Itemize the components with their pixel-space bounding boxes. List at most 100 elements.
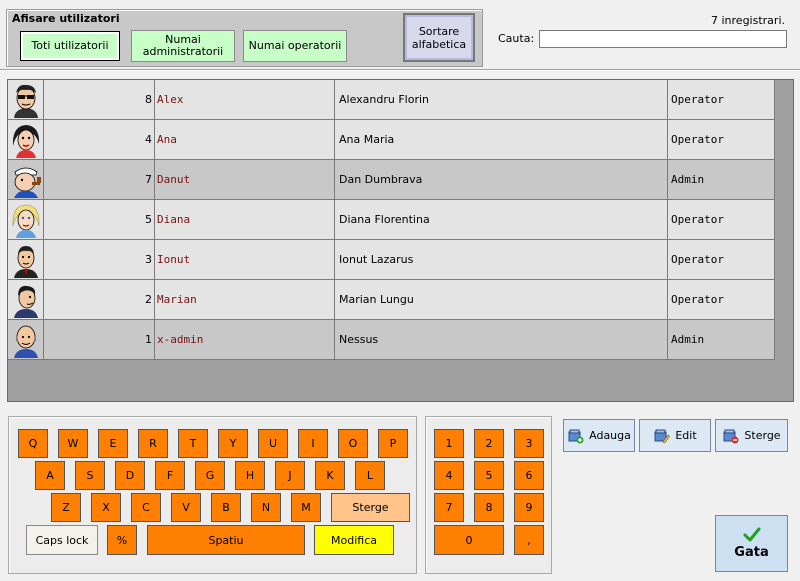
- role-cell: Admin: [668, 160, 775, 199]
- key-m[interactable]: M: [291, 493, 321, 522]
- user-id-cell: 2: [44, 280, 155, 319]
- full-name-cell: Alexandru Florin: [335, 80, 668, 119]
- separator: [0, 69, 800, 71]
- key-s[interactable]: S: [75, 461, 105, 490]
- table-row[interactable]: 1 x-admin Nessus Admin: [8, 320, 775, 360]
- num-key-3[interactable]: 3: [514, 429, 544, 458]
- table-row[interactable]: 3 Ionut Ionut Lazarus Operator: [8, 240, 775, 280]
- edit-user-button[interactable]: Edit: [639, 419, 711, 452]
- sailor-pipe-icon: [13, 167, 41, 198]
- key-percent[interactable]: %: [107, 525, 137, 555]
- user-filter-group: Afisare utilizatori Toti utilizatorii Nu…: [6, 9, 483, 67]
- username-cell: Diana: [155, 200, 335, 239]
- key-y[interactable]: Y: [218, 429, 248, 458]
- key-p[interactable]: P: [378, 429, 408, 458]
- all-users-button[interactable]: Toti utilizatorii: [20, 31, 120, 61]
- add-user-icon: [568, 429, 584, 444]
- done-button[interactable]: Gata: [715, 515, 788, 572]
- role-cell: Operator: [668, 240, 775, 279]
- table-row[interactable]: 5 Diana Diana Florentina Operator: [8, 200, 775, 240]
- key-j[interactable]: J: [275, 461, 305, 490]
- key-u[interactable]: U: [258, 429, 288, 458]
- key-b[interactable]: B: [211, 493, 241, 522]
- admins-only-button[interactable]: Numai administratorii: [131, 30, 235, 62]
- search-label: Cauta:: [498, 32, 535, 45]
- man-glasses-icon: [13, 84, 38, 118]
- key-d[interactable]: D: [115, 461, 145, 490]
- num-key-0[interactable]: 0: [434, 525, 504, 555]
- woman-blonde-icon: [12, 204, 39, 238]
- role-cell: Admin: [668, 320, 775, 359]
- key-w[interactable]: W: [58, 429, 88, 458]
- full-name-cell: Dan Dumbrava: [335, 160, 668, 199]
- avatar: [8, 200, 44, 239]
- sort-alphabetic-button[interactable]: Sortare alfabetica: [403, 13, 475, 62]
- users-grid[interactable]: 8 Alex Alexandru Florin Operator 4 Ana A…: [7, 79, 794, 402]
- username-cell: Alex: [155, 80, 335, 119]
- key-l[interactable]: L: [355, 461, 385, 490]
- num-key-8[interactable]: 8: [474, 493, 504, 522]
- operators-only-button[interactable]: Numai operatorii: [243, 30, 347, 62]
- key-v[interactable]: V: [171, 493, 201, 522]
- woman-dark-hair-icon: [12, 124, 39, 158]
- num-key-5[interactable]: 5: [474, 461, 504, 490]
- avatar: [8, 240, 44, 279]
- username-cell: Ionut: [155, 240, 335, 279]
- full-name-cell: Nessus: [335, 320, 668, 359]
- num-key-2[interactable]: 2: [474, 429, 504, 458]
- add-user-label: Adauga: [589, 429, 631, 442]
- num-key-6[interactable]: 6: [514, 461, 544, 490]
- username-cell: Ana: [155, 120, 335, 159]
- num-key-7[interactable]: 7: [434, 493, 464, 522]
- key-e[interactable]: E: [98, 429, 128, 458]
- modify-key[interactable]: Modifica: [314, 525, 394, 555]
- key-r[interactable]: R: [138, 429, 168, 458]
- space-key[interactable]: Spatiu: [147, 525, 305, 555]
- table-row[interactable]: 7 Danut Dan Dumbrava Admin: [8, 160, 775, 200]
- key-n[interactable]: N: [251, 493, 281, 522]
- full-name-cell: Ionut Lazarus: [335, 240, 668, 279]
- comma-key[interactable]: ,: [514, 525, 544, 555]
- key-h[interactable]: H: [235, 461, 265, 490]
- user-id-cell: 1: [44, 320, 155, 359]
- key-g[interactable]: G: [195, 461, 225, 490]
- key-f[interactable]: F: [155, 461, 185, 490]
- add-user-button[interactable]: Adauga: [563, 419, 635, 452]
- backspace-key[interactable]: Sterge: [331, 493, 410, 522]
- num-key-1[interactable]: 1: [434, 429, 464, 458]
- full-name-cell: Marian Lungu: [335, 280, 668, 319]
- key-i[interactable]: I: [298, 429, 328, 458]
- key-t[interactable]: T: [178, 429, 208, 458]
- avatar: [8, 280, 44, 319]
- num-key-9[interactable]: 9: [514, 493, 544, 522]
- user-id-cell: 5: [44, 200, 155, 239]
- checkmark-icon: [743, 527, 760, 542]
- role-cell: Operator: [668, 120, 775, 159]
- avatar: [8, 320, 44, 359]
- avatar: [8, 80, 44, 119]
- caps-lock-key[interactable]: Caps lock: [26, 525, 98, 555]
- username-cell: Marian: [155, 280, 335, 319]
- full-name-cell: Diana Florentina: [335, 200, 668, 239]
- table-row[interactable]: 8 Alex Alexandru Florin Operator: [8, 80, 775, 120]
- key-z[interactable]: Z: [51, 493, 81, 522]
- delete-user-icon: [723, 429, 739, 444]
- delete-user-button[interactable]: Sterge: [715, 419, 788, 452]
- avatar: [8, 160, 44, 199]
- key-x[interactable]: X: [91, 493, 121, 522]
- table-row[interactable]: 4 Ana Ana Maria Operator: [8, 120, 775, 160]
- bald-man-icon: [13, 325, 38, 358]
- key-q[interactable]: Q: [18, 429, 48, 458]
- key-o[interactable]: O: [338, 429, 368, 458]
- delete-user-label: Sterge: [744, 429, 781, 442]
- user-id-cell: 3: [44, 240, 155, 279]
- table-row[interactable]: 2 Marian Marian Lungu Operator: [8, 280, 775, 320]
- num-key-4[interactable]: 4: [434, 461, 464, 490]
- key-c[interactable]: C: [131, 493, 161, 522]
- user-id-cell: 4: [44, 120, 155, 159]
- record-count: 7 inregistrari.: [711, 14, 785, 27]
- key-k[interactable]: K: [315, 461, 345, 490]
- onscreen-keyboard: Q W E R T Y U I O P A S D F G H J K L Z …: [8, 416, 417, 574]
- key-a[interactable]: A: [35, 461, 65, 490]
- search-input[interactable]: [539, 30, 787, 48]
